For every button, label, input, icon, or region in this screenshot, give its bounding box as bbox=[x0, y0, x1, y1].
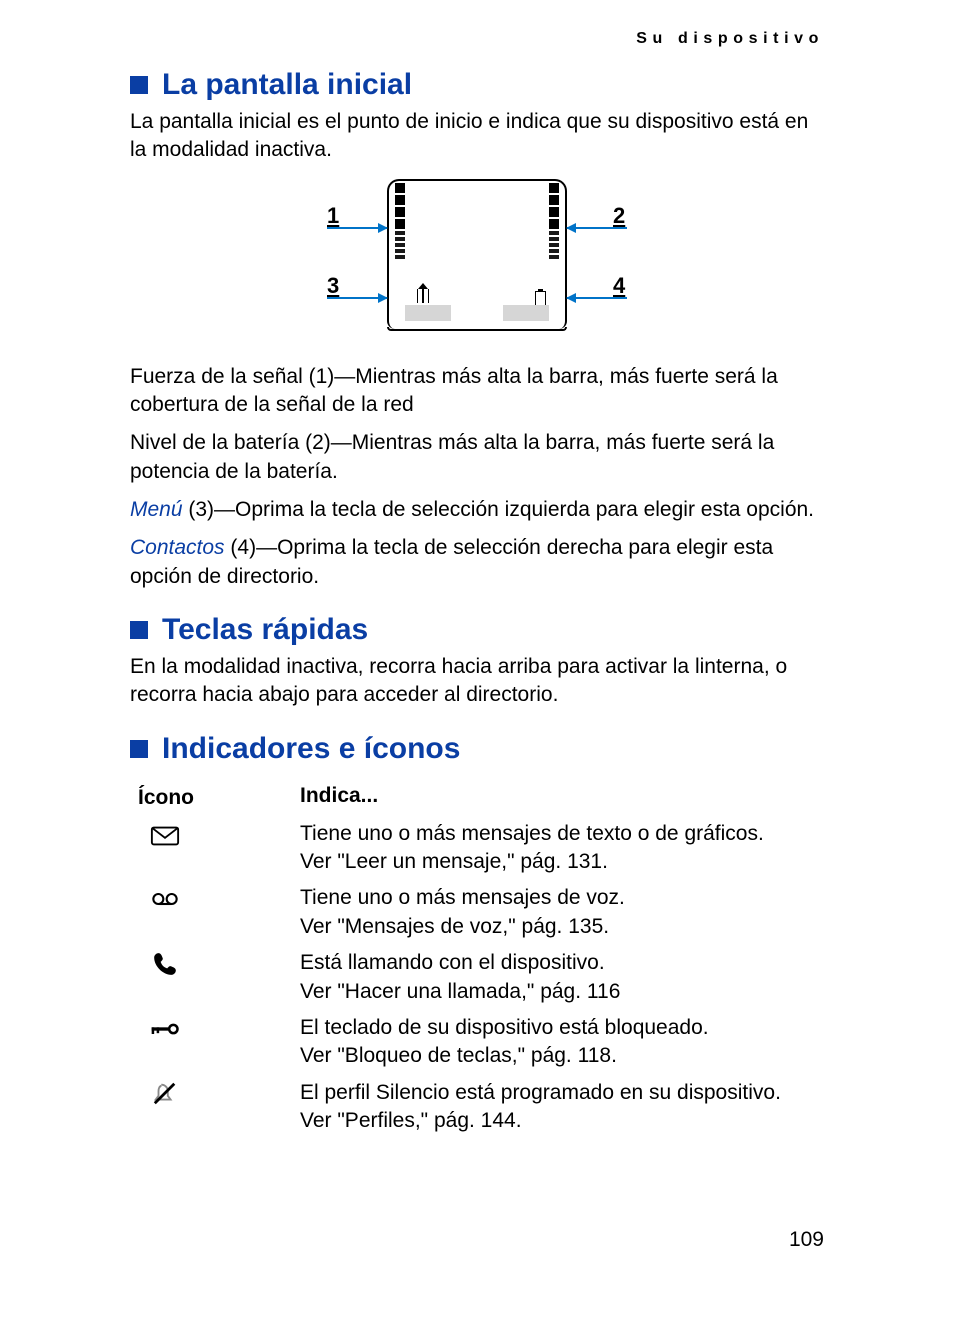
section-heading-start-screen: La pantalla inicial bbox=[130, 68, 824, 102]
row-text: El perfil Silencio está programado en su… bbox=[300, 1079, 824, 1136]
desc-contacts: Contactos (4)—Oprima la tecla de selecci… bbox=[130, 534, 824, 591]
row-line2: Ver "Bloqueo de teclas," pág. 118. bbox=[300, 1044, 617, 1067]
signal-bars-icon bbox=[395, 183, 405, 259]
voicemail-icon bbox=[130, 884, 300, 912]
square-bullet-icon bbox=[130, 740, 148, 758]
callout-label-3: 3 bbox=[327, 273, 339, 299]
silent-icon bbox=[130, 1079, 300, 1107]
table-row: El perfil Silencio está programado en su… bbox=[130, 1079, 824, 1136]
row-line1: Tiene uno o más mensajes de voz. bbox=[300, 886, 625, 909]
icon-table: Ícono Indica... Tiene uno o más mensajes… bbox=[130, 784, 824, 1135]
row-line1: Está llamando con el dispositivo. bbox=[300, 951, 605, 974]
section-title: Indicadores e íconos bbox=[162, 732, 460, 766]
envelope-icon bbox=[130, 820, 300, 848]
desc-menu: Menú (3)—Oprima la tecla de selección iz… bbox=[130, 496, 824, 524]
phone-icon bbox=[130, 949, 300, 977]
callout-label-2: 2 bbox=[613, 203, 625, 229]
phone-screen-figure: 1 2 3 4 bbox=[327, 179, 627, 339]
table-header: Ícono Indica... bbox=[130, 784, 824, 810]
running-header: Su dispositivo bbox=[130, 30, 824, 48]
antenna-icon bbox=[417, 289, 429, 303]
row-line2: Ver "Leer un mensaje," pág. 131. bbox=[300, 850, 608, 873]
page-number: 109 bbox=[789, 1228, 824, 1252]
row-line1: El teclado de su dispositivo está bloque… bbox=[300, 1016, 709, 1039]
desc-menu-rest: (3)—Oprima la tecla de selección izquier… bbox=[183, 498, 815, 521]
section-title: Teclas rápidas bbox=[162, 613, 368, 647]
table-row: Tiene uno o más mensajes de voz. Ver "Me… bbox=[130, 884, 824, 941]
row-line2: Ver "Hacer una llamada," pág. 116 bbox=[300, 980, 620, 1003]
softkey-left bbox=[405, 305, 451, 321]
contacts-link[interactable]: Contactos bbox=[130, 536, 225, 559]
section-heading-quick-keys: Teclas rápidas bbox=[130, 613, 824, 647]
screen-frame-bottom bbox=[387, 327, 567, 331]
table-row: Está llamando con el dispositivo. Ver "H… bbox=[130, 949, 824, 1006]
section-title: La pantalla inicial bbox=[162, 68, 412, 102]
table-row: Tiene uno o más mensajes de texto o de g… bbox=[130, 820, 824, 877]
square-bullet-icon bbox=[130, 621, 148, 639]
callout-label-1: 1 bbox=[327, 203, 339, 229]
figure-container: 1 2 3 4 bbox=[130, 179, 824, 339]
lock-icon bbox=[130, 1014, 300, 1042]
row-text: El teclado de su dispositivo está bloque… bbox=[300, 1014, 824, 1071]
table-row: El teclado de su dispositivo está bloque… bbox=[130, 1014, 824, 1071]
desc-contacts-rest: (4)—Oprima la tecla de selección derecha… bbox=[130, 536, 773, 587]
callout-label-4: 4 bbox=[613, 273, 625, 299]
page: Su dispositivo La pantalla inicial La pa… bbox=[0, 0, 954, 1322]
quick-keys-paragraph: En la modalidad inactiva, recorra hacia … bbox=[130, 653, 824, 710]
section-heading-indicators: Indicadores e íconos bbox=[130, 732, 824, 766]
square-bullet-icon bbox=[130, 76, 148, 94]
th-icon: Ícono bbox=[130, 784, 300, 810]
row-line2: Ver "Perfiles," pág. 144. bbox=[300, 1109, 522, 1132]
row-text: Tiene uno o más mensajes de texto o de g… bbox=[300, 820, 824, 877]
row-line1: Tiene uno o más mensajes de texto o de g… bbox=[300, 822, 764, 845]
th-desc: Indica... bbox=[300, 784, 378, 810]
desc-battery: Nivel de la batería (2)—Mientras más alt… bbox=[130, 429, 824, 486]
row-line2: Ver "Mensajes de voz," pág. 135. bbox=[300, 915, 609, 938]
intro-paragraph: La pantalla inicial es el punto de inici… bbox=[130, 108, 824, 165]
battery-bars-icon bbox=[549, 183, 559, 259]
softkey-right bbox=[503, 305, 549, 321]
row-text: Tiene uno o más mensajes de voz. Ver "Me… bbox=[300, 884, 824, 941]
row-text: Está llamando con el dispositivo. Ver "H… bbox=[300, 949, 824, 1006]
row-line1: El perfil Silencio está programado en su… bbox=[300, 1081, 781, 1104]
menu-link[interactable]: Menú bbox=[130, 498, 183, 521]
desc-signal: Fuerza de la señal (1)—Mientras más alta… bbox=[130, 363, 824, 420]
